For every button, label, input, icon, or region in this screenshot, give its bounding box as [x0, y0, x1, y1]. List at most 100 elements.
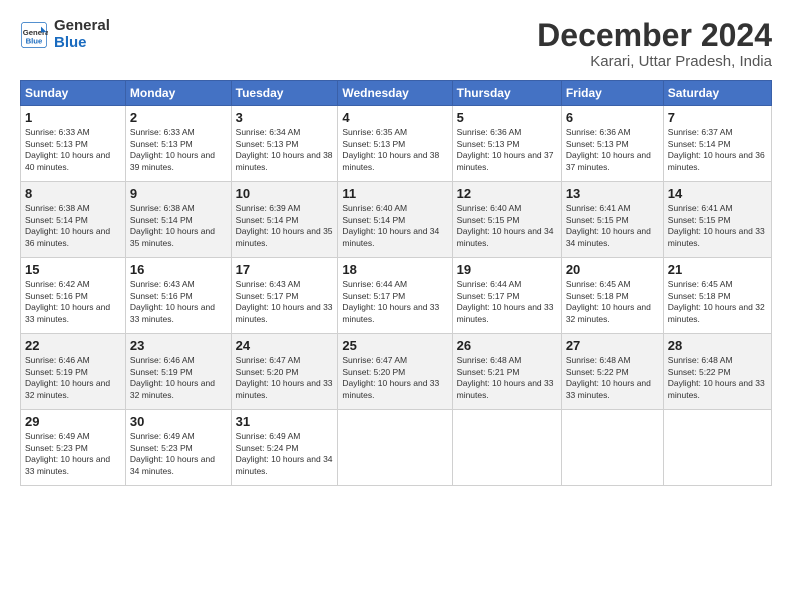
- day-number: 28: [668, 338, 767, 353]
- day-info: Sunrise: 6:33 AMSunset: 5:13 PMDaylight:…: [130, 127, 215, 171]
- day-number: 2: [130, 110, 227, 125]
- day-cell: 10 Sunrise: 6:39 AMSunset: 5:14 PMDaylig…: [231, 182, 338, 258]
- day-cell: 21 Sunrise: 6:45 AMSunset: 5:18 PMDaylig…: [663, 258, 771, 334]
- day-cell: 2 Sunrise: 6:33 AMSunset: 5:13 PMDayligh…: [125, 106, 231, 182]
- day-info: Sunrise: 6:45 AMSunset: 5:18 PMDaylight:…: [566, 279, 651, 323]
- day-cell: 4 Sunrise: 6:35 AMSunset: 5:13 PMDayligh…: [338, 106, 452, 182]
- day-cell: 27 Sunrise: 6:48 AMSunset: 5:22 PMDaylig…: [561, 334, 663, 410]
- day-cell: 3 Sunrise: 6:34 AMSunset: 5:13 PMDayligh…: [231, 106, 338, 182]
- logo-blue: Blue: [54, 35, 110, 52]
- day-number: 26: [457, 338, 557, 353]
- day-number: 22: [25, 338, 121, 353]
- logo: General Blue General Blue: [20, 18, 110, 51]
- day-cell: 5 Sunrise: 6:36 AMSunset: 5:13 PMDayligh…: [452, 106, 561, 182]
- svg-text:Blue: Blue: [26, 36, 43, 45]
- day-cell: [561, 410, 663, 486]
- day-cell: 14 Sunrise: 6:41 AMSunset: 5:15 PMDaylig…: [663, 182, 771, 258]
- day-cell: 17 Sunrise: 6:43 AMSunset: 5:17 PMDaylig…: [231, 258, 338, 334]
- day-cell: 28 Sunrise: 6:48 AMSunset: 5:22 PMDaylig…: [663, 334, 771, 410]
- day-info: Sunrise: 6:42 AMSunset: 5:16 PMDaylight:…: [25, 279, 110, 323]
- day-cell: 24 Sunrise: 6:47 AMSunset: 5:20 PMDaylig…: [231, 334, 338, 410]
- day-info: Sunrise: 6:35 AMSunset: 5:13 PMDaylight:…: [342, 127, 439, 171]
- day-number: 14: [668, 186, 767, 201]
- location-subtitle: Karari, Uttar Pradesh, India: [537, 53, 772, 70]
- day-cell: 30 Sunrise: 6:49 AMSunset: 5:23 PMDaylig…: [125, 410, 231, 486]
- day-cell: 18 Sunrise: 6:44 AMSunset: 5:17 PMDaylig…: [338, 258, 452, 334]
- header: General Blue General Blue December 2024 …: [20, 18, 772, 70]
- day-cell: 1 Sunrise: 6:33 AMSunset: 5:13 PMDayligh…: [21, 106, 126, 182]
- month-title: December 2024: [537, 18, 772, 53]
- day-cell: 20 Sunrise: 6:45 AMSunset: 5:18 PMDaylig…: [561, 258, 663, 334]
- day-cell: 23 Sunrise: 6:46 AMSunset: 5:19 PMDaylig…: [125, 334, 231, 410]
- day-number: 29: [25, 414, 121, 429]
- day-cell: 16 Sunrise: 6:43 AMSunset: 5:16 PMDaylig…: [125, 258, 231, 334]
- day-info: Sunrise: 6:49 AMSunset: 5:24 PMDaylight:…: [236, 431, 333, 475]
- day-info: Sunrise: 6:34 AMSunset: 5:13 PMDaylight:…: [236, 127, 333, 171]
- week-row-1: 1 Sunrise: 6:33 AMSunset: 5:13 PMDayligh…: [21, 106, 772, 182]
- col-header-wednesday: Wednesday: [338, 81, 452, 106]
- day-cell: 12 Sunrise: 6:40 AMSunset: 5:15 PMDaylig…: [452, 182, 561, 258]
- week-row-5: 29 Sunrise: 6:49 AMSunset: 5:23 PMDaylig…: [21, 410, 772, 486]
- day-number: 20: [566, 262, 659, 277]
- day-info: Sunrise: 6:46 AMSunset: 5:19 PMDaylight:…: [130, 355, 215, 399]
- day-cell: 9 Sunrise: 6:38 AMSunset: 5:14 PMDayligh…: [125, 182, 231, 258]
- col-header-thursday: Thursday: [452, 81, 561, 106]
- day-cell: 25 Sunrise: 6:47 AMSunset: 5:20 PMDaylig…: [338, 334, 452, 410]
- day-cell: 29 Sunrise: 6:49 AMSunset: 5:23 PMDaylig…: [21, 410, 126, 486]
- day-number: 30: [130, 414, 227, 429]
- day-cell: 31 Sunrise: 6:49 AMSunset: 5:24 PMDaylig…: [231, 410, 338, 486]
- logo-general: General: [54, 18, 110, 35]
- day-info: Sunrise: 6:48 AMSunset: 5:22 PMDaylight:…: [566, 355, 651, 399]
- day-number: 27: [566, 338, 659, 353]
- day-info: Sunrise: 6:38 AMSunset: 5:14 PMDaylight:…: [130, 203, 215, 247]
- week-row-3: 15 Sunrise: 6:42 AMSunset: 5:16 PMDaylig…: [21, 258, 772, 334]
- col-header-tuesday: Tuesday: [231, 81, 338, 106]
- day-info: Sunrise: 6:49 AMSunset: 5:23 PMDaylight:…: [25, 431, 110, 475]
- day-cell: 7 Sunrise: 6:37 AMSunset: 5:14 PMDayligh…: [663, 106, 771, 182]
- day-cell: 22 Sunrise: 6:46 AMSunset: 5:19 PMDaylig…: [21, 334, 126, 410]
- day-number: 16: [130, 262, 227, 277]
- col-header-friday: Friday: [561, 81, 663, 106]
- day-number: 11: [342, 186, 447, 201]
- calendar-table: SundayMondayTuesdayWednesdayThursdayFrid…: [20, 80, 772, 486]
- day-number: 13: [566, 186, 659, 201]
- day-info: Sunrise: 6:43 AMSunset: 5:17 PMDaylight:…: [236, 279, 333, 323]
- day-info: Sunrise: 6:47 AMSunset: 5:20 PMDaylight:…: [342, 355, 439, 399]
- day-number: 4: [342, 110, 447, 125]
- day-info: Sunrise: 6:38 AMSunset: 5:14 PMDaylight:…: [25, 203, 110, 247]
- day-number: 24: [236, 338, 334, 353]
- day-info: Sunrise: 6:49 AMSunset: 5:23 PMDaylight:…: [130, 431, 215, 475]
- svg-text:General: General: [23, 28, 48, 37]
- day-cell: [452, 410, 561, 486]
- day-info: Sunrise: 6:48 AMSunset: 5:22 PMDaylight:…: [668, 355, 765, 399]
- col-header-sunday: Sunday: [21, 81, 126, 106]
- day-cell: 15 Sunrise: 6:42 AMSunset: 5:16 PMDaylig…: [21, 258, 126, 334]
- day-number: 5: [457, 110, 557, 125]
- day-cell: [338, 410, 452, 486]
- day-cell: 26 Sunrise: 6:48 AMSunset: 5:21 PMDaylig…: [452, 334, 561, 410]
- day-number: 15: [25, 262, 121, 277]
- day-cell: 13 Sunrise: 6:41 AMSunset: 5:15 PMDaylig…: [561, 182, 663, 258]
- day-cell: [663, 410, 771, 486]
- day-cell: 6 Sunrise: 6:36 AMSunset: 5:13 PMDayligh…: [561, 106, 663, 182]
- day-number: 12: [457, 186, 557, 201]
- day-info: Sunrise: 6:39 AMSunset: 5:14 PMDaylight:…: [236, 203, 333, 247]
- day-number: 25: [342, 338, 447, 353]
- day-info: Sunrise: 6:40 AMSunset: 5:15 PMDaylight:…: [457, 203, 554, 247]
- week-row-4: 22 Sunrise: 6:46 AMSunset: 5:19 PMDaylig…: [21, 334, 772, 410]
- col-header-saturday: Saturday: [663, 81, 771, 106]
- day-number: 17: [236, 262, 334, 277]
- day-info: Sunrise: 6:47 AMSunset: 5:20 PMDaylight:…: [236, 355, 333, 399]
- day-number: 31: [236, 414, 334, 429]
- page: General Blue General Blue December 2024 …: [0, 0, 792, 612]
- day-cell: 11 Sunrise: 6:40 AMSunset: 5:14 PMDaylig…: [338, 182, 452, 258]
- day-info: Sunrise: 6:41 AMSunset: 5:15 PMDaylight:…: [668, 203, 765, 247]
- day-number: 18: [342, 262, 447, 277]
- logo-icon: General Blue: [20, 21, 48, 49]
- day-number: 21: [668, 262, 767, 277]
- day-info: Sunrise: 6:43 AMSunset: 5:16 PMDaylight:…: [130, 279, 215, 323]
- day-number: 23: [130, 338, 227, 353]
- day-info: Sunrise: 6:33 AMSunset: 5:13 PMDaylight:…: [25, 127, 110, 171]
- day-number: 6: [566, 110, 659, 125]
- day-info: Sunrise: 6:44 AMSunset: 5:17 PMDaylight:…: [342, 279, 439, 323]
